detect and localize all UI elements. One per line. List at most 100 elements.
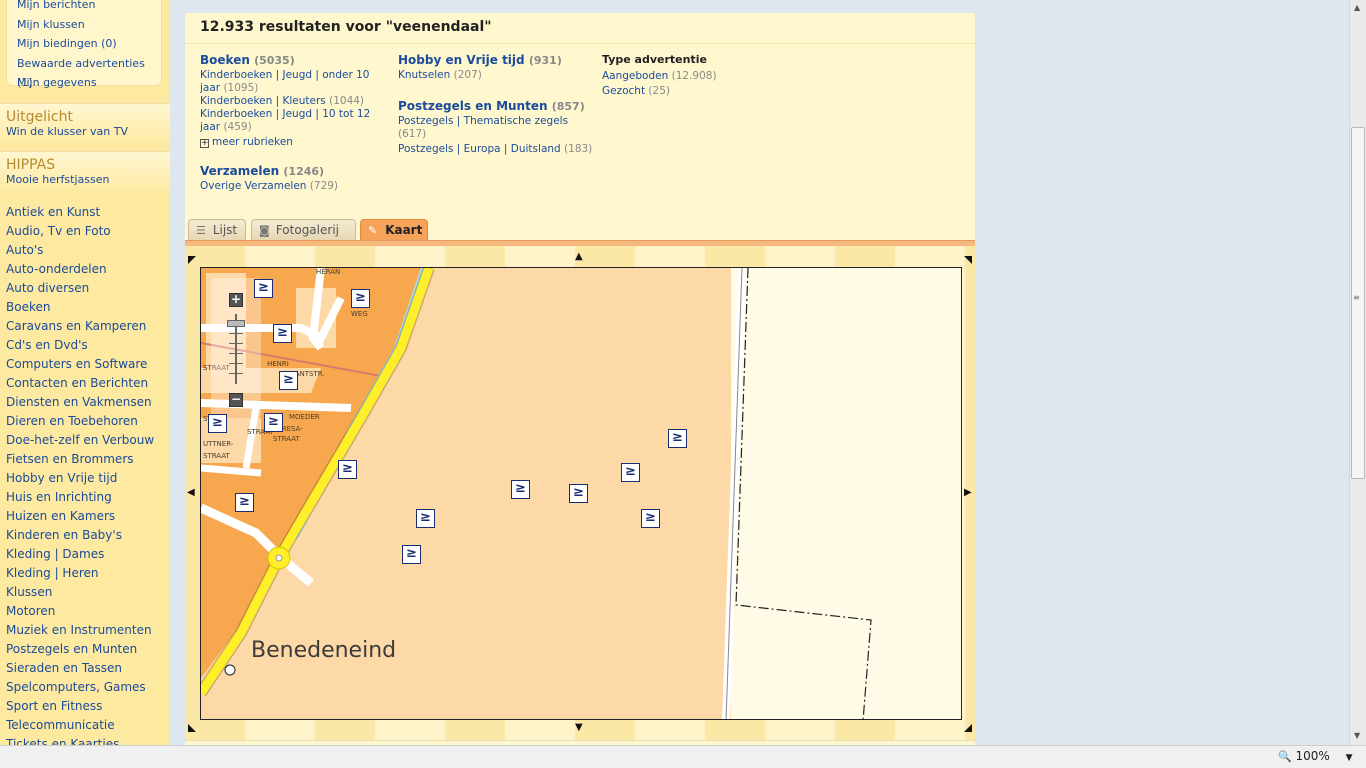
map-marker[interactable]: ≥ [641,509,660,528]
main-panel: 12.933 resultaten voor "veenendaal" Boek… [185,13,975,753]
map-marker[interactable]: ≥ [279,371,298,390]
map-marker[interactable]: ≥ [668,429,687,448]
ad-type-offered-link[interactable]: Aangeboden (12.908) [602,69,782,84]
account-link-bids[interactable]: Mijn biedingen (0) [17,34,161,54]
sidebar-category-link[interactable]: Huizen en Kamers [0,507,170,526]
map-marker[interactable]: ≥ [416,509,435,528]
facet-link[interactable]: Postzegels | Thematische zegels (617) [398,115,593,141]
sidebar-category-link[interactable]: Dieren en Toebehoren [0,412,170,431]
pan-down-arrow-icon[interactable]: ▼ [575,723,583,733]
facet-link[interactable]: Postzegels | Europa | Duitsland (183) [398,143,593,156]
browser-status-bar: 🔍 100% ▼ [0,745,1366,768]
zoom-level-value: 100% [1295,749,1330,763]
map-marker[interactable]: ≥ [402,545,421,564]
promo-subtitle[interactable]: Mooie herfstjassen [6,173,164,187]
account-link-details[interactable]: Mijn gegevens [17,73,161,93]
promo-featured[interactable]: Uitgelicht Win de klusser van TV [0,103,170,145]
map-canvas[interactable]: HERAN WEG HENRI DUNANTSTR. STRAAT MOEDER… [200,267,962,720]
facet-head[interactable]: Verzamelen (1246) [200,163,385,180]
sidebar-category-link[interactable]: Huis en Inrichting [0,488,170,507]
tab-list[interactable]: ☰ Lijst [188,219,246,241]
place-label: Benedeneind [251,638,397,663]
sidebar-category-link[interactable]: Cd's en Dvd's [0,336,170,355]
map-marker[interactable]: ≥ [254,279,273,298]
scroll-up-icon[interactable]: ▲ [1354,3,1360,12]
street-label: STRAAT [273,435,300,443]
map-marker[interactable]: ≥ [351,289,370,308]
corner-sw-icon[interactable] [188,724,196,732]
map-marker[interactable]: ≥ [273,324,292,343]
sidebar-category-link[interactable]: Antiek en Kunst [0,203,170,222]
category-list: Antiek en Kunst Audio, Tv en Foto Auto's Au… [0,203,170,745]
sidebar-category-link[interactable]: Boeken [0,298,170,317]
sidebar-category-link[interactable]: Kleding | Heren [0,564,170,583]
sidebar-category-link[interactable]: Diensten en Vakmensen [0,393,170,412]
scroll-thumb[interactable] [1351,127,1365,479]
zoom-level-control[interactable]: 🔍 100% ▼ [1278,749,1353,763]
sidebar-category-link[interactable]: Hobby en Vrije tijd [0,469,170,488]
page-scrollbar[interactable]: ▲ ≡ ▼ [1349,0,1366,745]
sidebar-category-link[interactable]: Sieraden en Tassen [0,659,170,678]
sidebar-category-link[interactable]: Audio, Tv en Foto [0,222,170,241]
account-link-saved-ads[interactable]: Bewaarde advertenties (1) [17,54,161,90]
zoom-in-button[interactable]: + [229,293,243,307]
sidebar-category-link[interactable]: Fietsen en Brommers [0,450,170,469]
facet-head[interactable]: Boeken (5035) [200,52,385,69]
chevron-down-icon[interactable]: ▼ [1346,753,1353,763]
pan-up-arrow-icon[interactable]: ▲ [575,252,583,262]
sidebar-category-link[interactable]: Kinderen en Baby's [0,526,170,545]
tab-photo-gallery[interactable]: ◙ Fotogalerij [251,219,356,241]
sidebar-category-link[interactable]: Muziek en Instrumenten [0,621,170,640]
sidebar-category-link[interactable]: Postzegels en Munten [0,640,170,659]
expand-icon: + [200,138,209,148]
tab-map[interactable]: ✎ Kaart [360,219,428,241]
account-link-jobs[interactable]: Mijn klussen [17,15,161,35]
scroll-down-icon[interactable]: ▼ [1354,731,1360,740]
zoom-out-button[interactable]: − [229,393,243,407]
pan-left-arrow-icon[interactable]: ◀ [187,488,195,498]
sidebar-category-link[interactable]: Motoren [0,602,170,621]
sidebar-category-link[interactable]: Tickets en Kaartjes [0,735,170,745]
corner-se-icon[interactable] [964,724,972,732]
corner-ne-icon[interactable] [964,256,972,264]
more-categories-link[interactable]: + meer rubrieken [200,136,385,149]
facet-column-2: Hobby en Vrije tijd (931) Knutselen (207… [398,52,593,164]
sidebar-category-link[interactable]: Caravans en Kamperen [0,317,170,336]
map-marker[interactable]: ≥ [511,480,530,499]
facet-head[interactable]: Postzegels en Munten (857) [398,98,593,115]
map-marker[interactable]: ≥ [264,413,283,432]
facet-head[interactable]: Hobby en Vrije tijd (931) [398,52,593,69]
page-title: 12.933 resultaten voor "veenendaal" [185,13,975,44]
facet-link[interactable]: Kinderboeken | Kleuters (1044) [200,95,385,108]
street-label: STRAAT [203,452,230,460]
map-marker[interactable]: ≥ [338,460,357,479]
facet-link[interactable]: Kinderboeken | Jeugd | 10 tot 12 jaar (4… [200,108,385,134]
facet-link[interactable]: Knutselen (207) [398,69,593,82]
sidebar-category-link[interactable]: Computers en Software [0,355,170,374]
sidebar-category-link[interactable]: Doe-het-zelf en Verbouw [0,431,170,450]
sidebar-category-link[interactable]: Auto diversen [0,279,170,298]
facet-link[interactable]: Kinderboeken | Jeugd | onder 10 jaar (10… [200,69,385,95]
sidebar-category-link[interactable]: Klussen [0,583,170,602]
promo-subtitle[interactable]: Win de klusser van TV [6,125,164,139]
pan-right-arrow-icon[interactable]: ▶ [964,488,972,498]
sidebar-category-link[interactable]: Auto's [0,241,170,260]
corner-nw-icon[interactable] [188,256,196,264]
map-marker[interactable]: ≥ [621,463,640,482]
zoom-slider-handle[interactable] [227,320,245,327]
map-marker[interactable]: ≥ [208,414,227,433]
street-label: MOEDER [289,413,320,421]
map-marker[interactable]: ≥ [569,484,588,503]
sidebar-category-link[interactable]: Sport en Fitness [0,697,170,716]
sidebar-category-link[interactable]: Spelcomputers, Games [0,678,170,697]
list-icon: ☰ [196,224,206,237]
promo-hippas[interactable]: HIPPAS Mooie herfstjassen [0,151,170,193]
account-link-messages[interactable]: Mijn berichten [17,0,161,15]
sidebar-category-link[interactable]: Kleding | Dames [0,545,170,564]
map-marker[interactable]: ≥ [235,493,254,512]
ad-type-wanted-link[interactable]: Gezocht (25) [602,84,782,99]
sidebar-category-link[interactable]: Auto-onderdelen [0,260,170,279]
sidebar-category-link[interactable]: Contacten en Berichten [0,374,170,393]
facet-link[interactable]: Overige Verzamelen (729) [200,180,385,193]
sidebar-category-link[interactable]: Telecommunicatie [0,716,170,735]
